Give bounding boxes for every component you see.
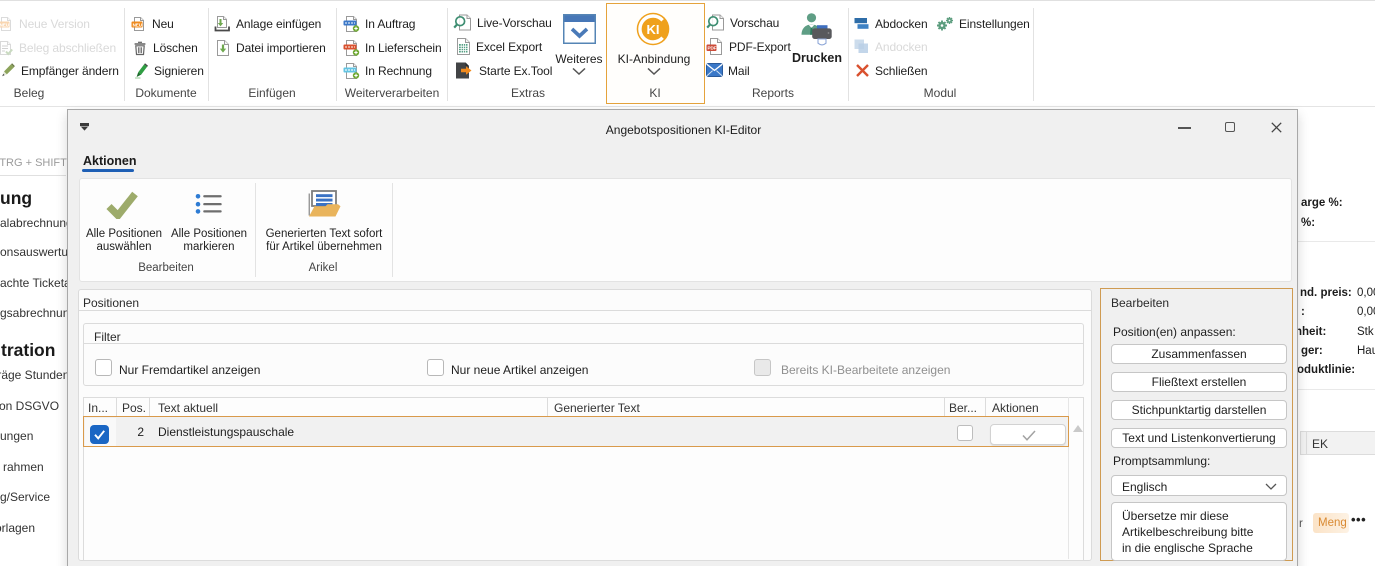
svg-text:NEU: NEU bbox=[133, 22, 143, 27]
svg-text:PDF: PDF bbox=[708, 46, 717, 51]
svg-text:NEU: NEU bbox=[0, 22, 10, 27]
svg-text:KI: KI bbox=[647, 22, 660, 37]
